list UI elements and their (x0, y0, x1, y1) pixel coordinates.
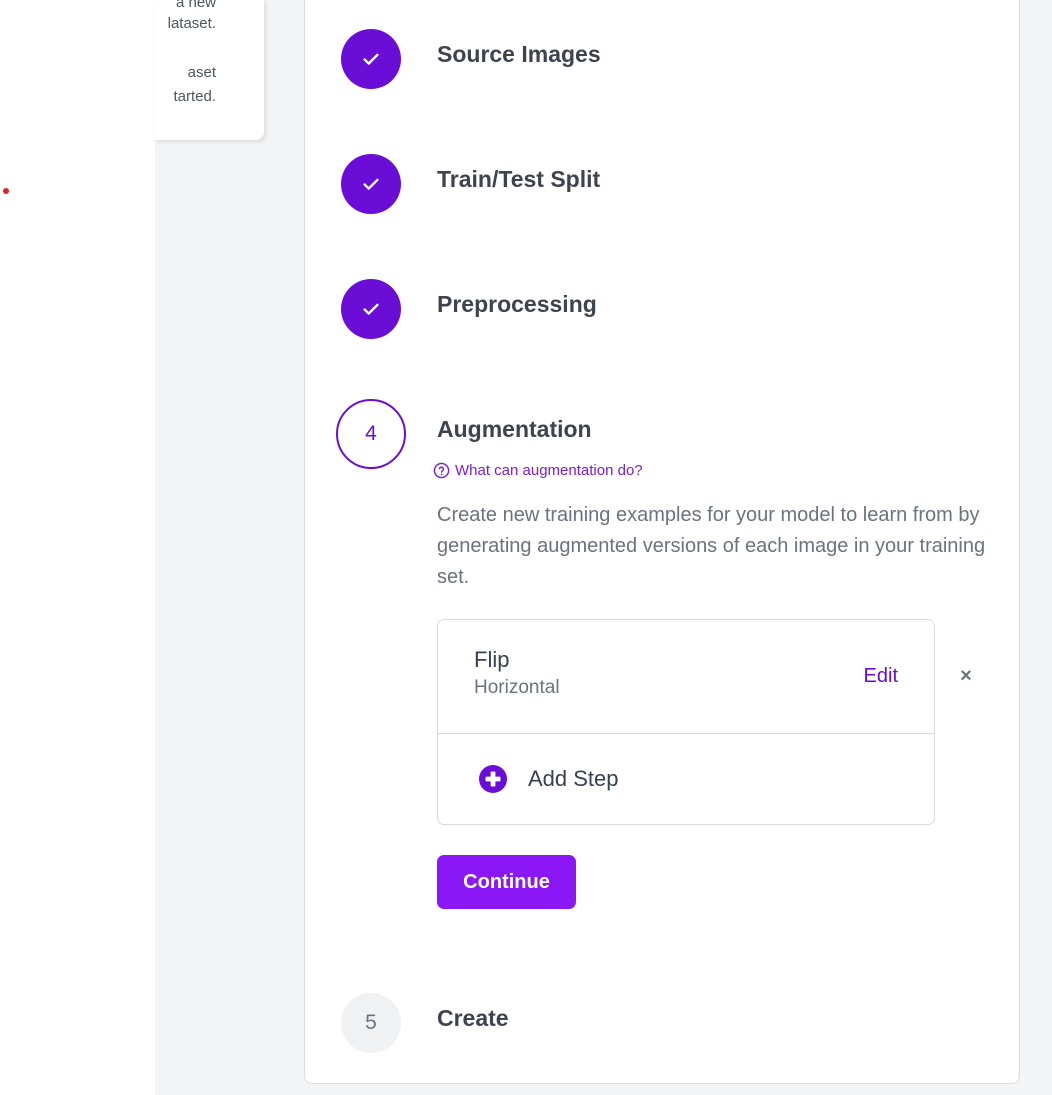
augmentation-description: Create new training examples for your mo… (437, 504, 986, 588)
add-step-button[interactable]: Add Step (478, 764, 619, 794)
step-create-badge: 5 (341, 993, 401, 1053)
step-train-test-split-badge (341, 154, 401, 214)
step-source-images-badge (341, 29, 401, 89)
step-number: 4 (365, 422, 377, 445)
remove-augmentation-button[interactable]: × (957, 665, 975, 687)
add-step-label: Add Step (528, 766, 619, 791)
check-icon (363, 178, 379, 190)
question-circle-icon (433, 462, 450, 479)
step-augmentation-badge: 4 (336, 399, 406, 469)
cursor-dot (3, 188, 9, 194)
step-preprocessing-badge (341, 279, 401, 339)
popover-line: aset (187, 64, 216, 81)
edit-augmentation-button[interactable]: Edit (864, 665, 898, 688)
popover-line: lataset. (167, 15, 216, 32)
continue-button[interactable]: Continue (437, 855, 576, 909)
augmentation-help-link[interactable]: What can augmentation do? (433, 462, 643, 479)
step-train-test-split-title[interactable]: Train/Test Split (437, 166, 600, 193)
step-source-images-title[interactable]: Source Images (437, 41, 601, 68)
popover-line: a new (175, 0, 216, 11)
info-popover: a new lataset. aset tarted. (155, 0, 264, 140)
augmentation-steps-list: Flip Horizontal Edit Add Step (437, 619, 935, 825)
step-preprocessing-title[interactable]: Preprocessing (437, 291, 597, 318)
help-link-label: What can augmentation do? (455, 462, 643, 479)
left-panel (0, 0, 155, 1095)
augmentation-step-name: Flip (474, 647, 510, 672)
plus-circle-icon (479, 765, 507, 793)
step-augmentation-title: Augmentation (437, 416, 592, 442)
augmentation-step-item: Flip Horizontal Edit (438, 620, 934, 734)
check-icon (363, 303, 379, 315)
popover-line: tarted. (173, 88, 216, 105)
step-create-title: Create (437, 1005, 509, 1031)
step-number: 5 (365, 1011, 377, 1034)
augmentation-step-value: Horizontal (474, 677, 560, 698)
check-icon (363, 53, 379, 65)
